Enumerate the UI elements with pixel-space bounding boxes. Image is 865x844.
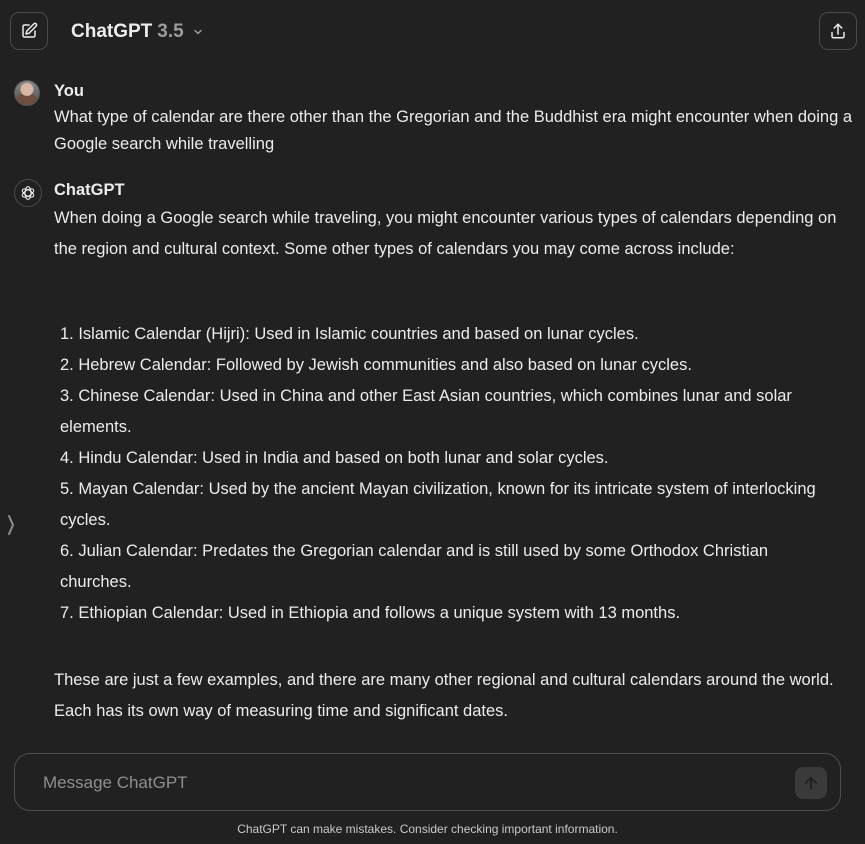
message-input[interactable]: [41, 754, 785, 812]
model-version: 3.5: [157, 21, 184, 42]
assistant-outro-text: These are just a few examples, and there…: [54, 671, 834, 720]
share-icon: [829, 22, 847, 40]
user-message-text: What type of calendar are there other th…: [54, 108, 853, 153]
disclaimer-text: ChatGPT can make mistakes. Consider chec…: [237, 822, 618, 836]
sidebar-toggle-button[interactable]: [4, 510, 18, 540]
assistant-intro-text: When doing a Google search while traveli…: [54, 209, 837, 258]
assistant-author-name: ChatGPT: [54, 181, 125, 199]
list-item: 1. Islamic Calendar (Hijri): Used in Isl…: [60, 325, 639, 343]
list-item: 6. Julian Calendar: Predates the Gregori…: [60, 542, 769, 591]
chevron-down-icon: [192, 26, 204, 38]
user-message: You What type of calendar are there othe…: [14, 80, 852, 160]
calendar-list: 1. Islamic Calendar (Hijri): Used in Isl…: [60, 319, 840, 629]
send-button[interactable]: [795, 767, 827, 799]
new-chat-button[interactable]: [10, 12, 48, 50]
list-item: 7. Ethiopian Calendar: Used in Ethiopia …: [60, 604, 681, 622]
share-button[interactable]: [819, 12, 857, 50]
list-item: 2. Hebrew Calendar: Followed by Jewish c…: [60, 356, 692, 374]
model-name: ChatGPT: [71, 21, 153, 42]
list-item: 5. Mayan Calendar: Used by the ancient M…: [60, 480, 816, 529]
user-author-name: You: [54, 82, 84, 100]
list-item: 3. Chinese Calendar: Used in China and o…: [60, 387, 792, 436]
message-composer: [14, 753, 841, 812]
edit-icon: [20, 22, 38, 40]
avatar: [14, 80, 40, 106]
chatgpt-logo-icon: [14, 179, 42, 207]
arrow-up-icon: [802, 774, 820, 792]
chevron-right-icon: [7, 514, 15, 536]
assistant-message: ChatGPT When doing a Google search while…: [14, 179, 850, 739]
top-bar: ChatGPT 3.5: [0, 0, 865, 62]
list-item: 4. Hindu Calendar: Used in India and bas…: [60, 449, 609, 467]
model-selector[interactable]: ChatGPT 3.5: [71, 19, 204, 45]
